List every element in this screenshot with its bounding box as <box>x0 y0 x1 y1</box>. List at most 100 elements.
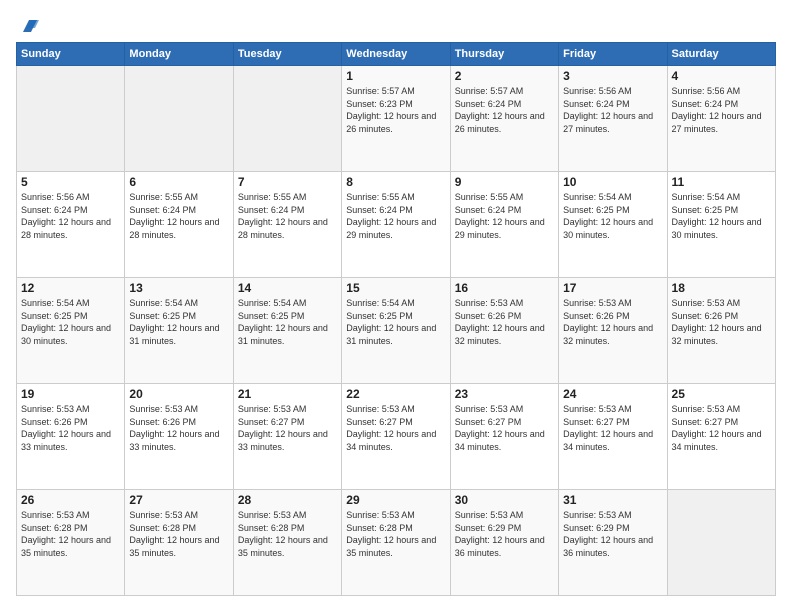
weekday-header-monday: Monday <box>125 43 233 66</box>
day-number: 3 <box>563 69 662 83</box>
calendar-cell: 4 Sunrise: 5:56 AMSunset: 6:24 PMDaylight… <box>667 66 775 172</box>
calendar-cell: 15Sunrise: 5:54 AMSunset: 6:25 PMDayligh… <box>342 278 450 384</box>
day-info: Sunrise: 5:53 AMSunset: 6:27 PMDaylight:… <box>238 403 337 453</box>
day-info: Sunrise: 5:53 AMSunset: 6:26 PMDaylight:… <box>672 297 771 347</box>
day-number: 23 <box>455 387 554 401</box>
day-number: 22 <box>346 387 445 401</box>
calendar-cell: 1 Sunrise: 5:57 AMSunset: 6:23 PMDaylight… <box>342 66 450 172</box>
day-number: 14 <box>238 281 337 295</box>
calendar-cell: 29 Sunrise: 5:53 AMSunset: 6:28 PMDayligh… <box>342 490 450 596</box>
calendar-cell: 13 Sunrise: 5:54 AMSunset: 6:25 PMDayligh… <box>125 278 233 384</box>
calendar-cell: 18 Sunrise: 5:53 AMSunset: 6:26 PMDayligh… <box>667 278 775 384</box>
day-info: Sunrise: 5:53 AMSunset: 6:28 PMDaylight:… <box>238 509 337 559</box>
day-info: Sunrise: 5:56 AMSunset: 6:24 PMDaylight:… <box>672 85 771 135</box>
day-number: 13 <box>129 281 228 295</box>
day-number: 30 <box>455 493 554 507</box>
week-row-2: 5 Sunrise: 5:56 AMSunset: 6:24 PMDaylight… <box>17 172 776 278</box>
day-info: Sunrise: 5:55 AMSunset: 6:24 PMDaylight:… <box>238 191 337 241</box>
calendar-cell: 17 Sunrise: 5:53 AMSunset: 6:26 PMDayligh… <box>559 278 667 384</box>
day-number: 31 <box>563 493 662 507</box>
calendar-cell: 30Sunrise: 5:53 AMSunset: 6:29 PMDayligh… <box>450 490 558 596</box>
day-number: 5 <box>21 175 120 189</box>
day-info: Sunrise: 5:56 AMSunset: 6:24 PMDaylight:… <box>563 85 662 135</box>
day-number: 28 <box>238 493 337 507</box>
calendar-cell: 3 Sunrise: 5:56 AMSunset: 6:24 PMDaylight… <box>559 66 667 172</box>
calendar-cell: 27Sunrise: 5:53 AMSunset: 6:28 PMDayligh… <box>125 490 233 596</box>
calendar-cell: 24Sunrise: 5:53 AMSunset: 6:27 PMDayligh… <box>559 384 667 490</box>
calendar-cell: 5 Sunrise: 5:56 AMSunset: 6:24 PMDaylight… <box>17 172 125 278</box>
day-info: Sunrise: 5:54 AMSunset: 6:25 PMDaylight:… <box>129 297 228 347</box>
calendar-header: SundayMondayTuesdayWednesdayThursdayFrid… <box>17 43 776 66</box>
page: SundayMondayTuesdayWednesdayThursdayFrid… <box>0 0 792 612</box>
calendar-cell: 31Sunrise: 5:53 AMSunset: 6:29 PMDayligh… <box>559 490 667 596</box>
day-number: 19 <box>21 387 120 401</box>
day-number: 21 <box>238 387 337 401</box>
week-row-3: 12 Sunrise: 5:54 AMSunset: 6:25 PMDayligh… <box>17 278 776 384</box>
calendar-cell: 6 Sunrise: 5:55 AMSunset: 6:24 PMDaylight… <box>125 172 233 278</box>
weekday-header-thursday: Thursday <box>450 43 558 66</box>
day-number: 7 <box>238 175 337 189</box>
day-info: Sunrise: 5:53 AMSunset: 6:28 PMDaylight:… <box>346 509 445 559</box>
calendar-cell: 25Sunrise: 5:53 AMSunset: 6:27 PMDayligh… <box>667 384 775 490</box>
day-number: 6 <box>129 175 228 189</box>
day-number: 17 <box>563 281 662 295</box>
calendar-cell: 21 Sunrise: 5:53 AMSunset: 6:27 PMDayligh… <box>233 384 341 490</box>
day-info: Sunrise: 5:57 AMSunset: 6:23 PMDaylight:… <box>346 85 445 135</box>
week-row-1: 1 Sunrise: 5:57 AMSunset: 6:23 PMDaylight… <box>17 66 776 172</box>
weekday-header-row: SundayMondayTuesdayWednesdayThursdayFrid… <box>17 43 776 66</box>
day-number: 4 <box>672 69 771 83</box>
day-info: Sunrise: 5:57 AMSunset: 6:24 PMDaylight:… <box>455 85 554 135</box>
day-number: 15 <box>346 281 445 295</box>
calendar-cell <box>125 66 233 172</box>
calendar-cell <box>667 490 775 596</box>
day-info: Sunrise: 5:55 AMSunset: 6:24 PMDaylight:… <box>129 191 228 241</box>
day-number: 12 <box>21 281 120 295</box>
calendar-body: 1 Sunrise: 5:57 AMSunset: 6:23 PMDaylight… <box>17 66 776 596</box>
day-number: 8 <box>346 175 445 189</box>
header <box>16 16 776 32</box>
week-row-4: 19 Sunrise: 5:53 AMSunset: 6:26 PMDayligh… <box>17 384 776 490</box>
calendar-cell: 2 Sunrise: 5:57 AMSunset: 6:24 PMDaylight… <box>450 66 558 172</box>
calendar-cell: 19 Sunrise: 5:53 AMSunset: 6:26 PMDayligh… <box>17 384 125 490</box>
calendar-cell <box>233 66 341 172</box>
day-info: Sunrise: 5:53 AMSunset: 6:28 PMDaylight:… <box>129 509 228 559</box>
calendar-cell: 10 Sunrise: 5:54 AMSunset: 6:25 PMDayligh… <box>559 172 667 278</box>
weekday-header-sunday: Sunday <box>17 43 125 66</box>
calendar-cell: 20Sunrise: 5:53 AMSunset: 6:26 PMDayligh… <box>125 384 233 490</box>
day-info: Sunrise: 5:53 AMSunset: 6:26 PMDaylight:… <box>21 403 120 453</box>
day-number: 10 <box>563 175 662 189</box>
day-number: 2 <box>455 69 554 83</box>
day-info: Sunrise: 5:53 AMSunset: 6:26 PMDaylight:… <box>563 297 662 347</box>
day-info: Sunrise: 5:54 AMSunset: 6:25 PMDaylight:… <box>563 191 662 241</box>
calendar-cell: 7 Sunrise: 5:55 AMSunset: 6:24 PMDaylight… <box>233 172 341 278</box>
logo <box>16 16 39 32</box>
calendar-cell: 28 Sunrise: 5:53 AMSunset: 6:28 PMDayligh… <box>233 490 341 596</box>
day-info: Sunrise: 5:54 AMSunset: 6:25 PMDaylight:… <box>238 297 337 347</box>
calendar-cell: 23Sunrise: 5:53 AMSunset: 6:27 PMDayligh… <box>450 384 558 490</box>
weekday-header-wednesday: Wednesday <box>342 43 450 66</box>
week-row-5: 26 Sunrise: 5:53 AMSunset: 6:28 PMDayligh… <box>17 490 776 596</box>
calendar-cell <box>17 66 125 172</box>
day-info: Sunrise: 5:53 AMSunset: 6:27 PMDaylight:… <box>346 403 445 453</box>
calendar-cell: 14 Sunrise: 5:54 AMSunset: 6:25 PMDayligh… <box>233 278 341 384</box>
day-number: 9 <box>455 175 554 189</box>
day-number: 16 <box>455 281 554 295</box>
day-number: 18 <box>672 281 771 295</box>
day-number: 11 <box>672 175 771 189</box>
weekday-header-friday: Friday <box>559 43 667 66</box>
day-number: 1 <box>346 69 445 83</box>
calendar-cell: 22 Sunrise: 5:53 AMSunset: 6:27 PMDayligh… <box>342 384 450 490</box>
weekday-header-tuesday: Tuesday <box>233 43 341 66</box>
calendar-cell: 26 Sunrise: 5:53 AMSunset: 6:28 PMDayligh… <box>17 490 125 596</box>
calendar-cell: 12 Sunrise: 5:54 AMSunset: 6:25 PMDayligh… <box>17 278 125 384</box>
day-number: 29 <box>346 493 445 507</box>
calendar-cell: 16Sunrise: 5:53 AMSunset: 6:26 PMDayligh… <box>450 278 558 384</box>
day-number: 26 <box>21 493 120 507</box>
day-info: Sunrise: 5:53 AMSunset: 6:28 PMDaylight:… <box>21 509 120 559</box>
day-info: Sunrise: 5:56 AMSunset: 6:24 PMDaylight:… <box>21 191 120 241</box>
calendar: SundayMondayTuesdayWednesdayThursdayFrid… <box>16 42 776 596</box>
calendar-cell: 9Sunrise: 5:55 AMSunset: 6:24 PMDaylight… <box>450 172 558 278</box>
day-info: Sunrise: 5:53 AMSunset: 6:27 PMDaylight:… <box>672 403 771 453</box>
day-info: Sunrise: 5:54 AMSunset: 6:25 PMDaylight:… <box>21 297 120 347</box>
day-number: 20 <box>129 387 228 401</box>
